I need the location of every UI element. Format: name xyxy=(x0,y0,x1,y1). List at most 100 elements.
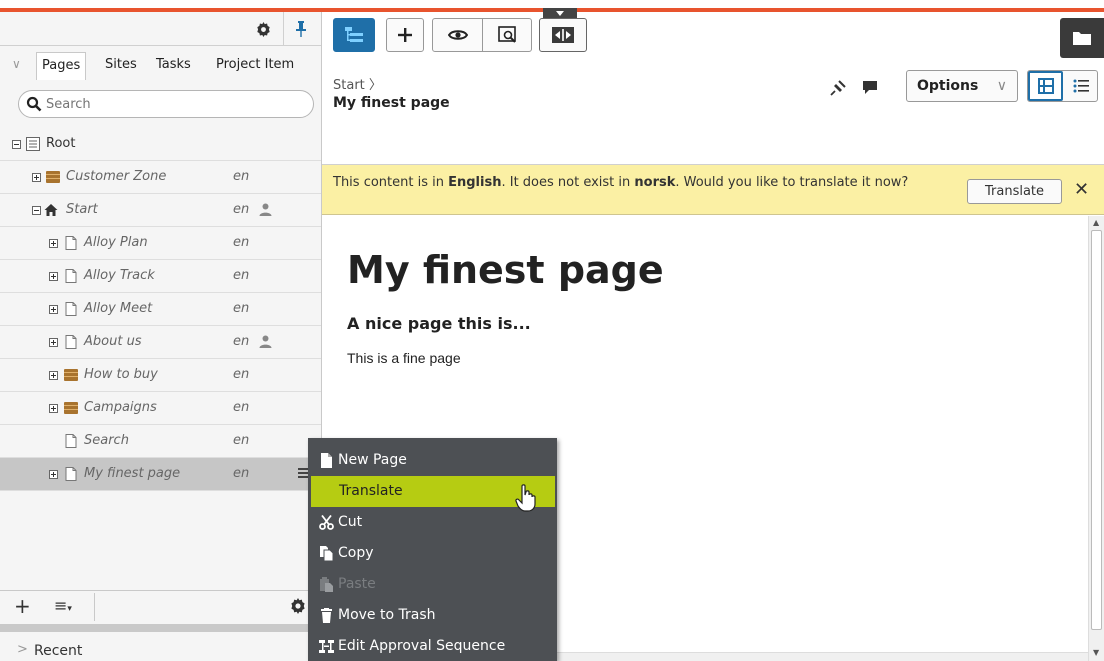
menu-item-move-to-trash[interactable]: Move to Trash xyxy=(308,600,557,631)
page-tree-search xyxy=(18,90,314,118)
header-divider xyxy=(283,12,284,46)
root-node-icon xyxy=(26,137,40,151)
compare-button[interactable] xyxy=(483,19,533,51)
expand-icon[interactable] xyxy=(49,404,58,413)
tab-sites[interactable]: Sites xyxy=(100,52,142,80)
page-title: My finest page xyxy=(333,95,450,111)
tree-row-about-us[interactable]: About us en xyxy=(0,326,321,359)
scroll-up-icon[interactable]: ▲ xyxy=(1093,218,1099,227)
expand-icon[interactable] xyxy=(49,338,58,347)
close-icon[interactable]: ✕ xyxy=(1074,179,1089,200)
language-code: en xyxy=(233,169,250,184)
plus-icon xyxy=(398,28,412,42)
language-code: en xyxy=(233,235,250,250)
add-icon[interactable]: + xyxy=(14,594,31,618)
tree-label: My finest page xyxy=(84,466,181,481)
tab-pages[interactable]: Pages xyxy=(36,52,87,80)
tree-row-customer-zone[interactable]: Customer Zone en xyxy=(0,161,321,194)
tree-row-my-finest-page[interactable]: My finest page en xyxy=(0,458,321,491)
vertical-scrollbar[interactable]: ▲ ▼ xyxy=(1088,216,1104,661)
compare-view-icon xyxy=(498,26,516,43)
page-tree-icon xyxy=(345,27,363,42)
footer-divider xyxy=(94,593,95,621)
tree-label: Alloy Track xyxy=(84,268,155,283)
search-input[interactable] xyxy=(46,95,306,113)
tree-row-alloy-track[interactable]: Alloy Track en xyxy=(0,260,321,293)
navigation-pane: ∨ Pages Sites Tasks Project Item Root Cu… xyxy=(0,12,322,661)
page-icon xyxy=(65,302,77,316)
assets-pane-button[interactable] xyxy=(1060,18,1104,58)
tree-label: How to buy xyxy=(84,367,158,382)
copy-icon xyxy=(320,546,334,561)
pin-pane-icon[interactable] xyxy=(292,18,310,40)
all-properties-button[interactable] xyxy=(1064,71,1098,101)
toggle-navigation-pane-button[interactable] xyxy=(333,18,375,52)
pane-settings-gear-icon[interactable] xyxy=(252,18,274,40)
tree-label: Campaigns xyxy=(84,400,157,415)
tree-row-root[interactable]: Root xyxy=(0,128,321,161)
recent-section[interactable]: > Recent xyxy=(0,640,321,661)
scroll-down-icon[interactable]: ▼ xyxy=(1093,648,1099,657)
tree-row-campaigns[interactable]: Campaigns en xyxy=(0,392,321,425)
page-context-menu: New Page Translate Cut Copy Paste Move t… xyxy=(308,438,557,661)
page-icon xyxy=(65,335,77,349)
breadcrumb-start[interactable]: Start xyxy=(333,78,365,93)
container-page-icon xyxy=(64,369,78,381)
view-mode-group xyxy=(432,18,532,52)
translate-button[interactable]: Translate xyxy=(967,179,1062,204)
tab-tasks[interactable]: Tasks xyxy=(151,52,196,80)
language-code: en xyxy=(233,334,250,349)
tree-row-alloy-plan[interactable]: Alloy Plan en xyxy=(0,227,321,260)
tree-row-start[interactable]: Start en xyxy=(0,194,321,227)
expand-icon[interactable] xyxy=(49,272,58,281)
list-menu-icon[interactable]: ≡▾ xyxy=(54,596,72,615)
expand-arrows-icon xyxy=(552,27,574,43)
add-content-button[interactable] xyxy=(386,18,424,52)
collapse-icon[interactable] xyxy=(32,206,41,215)
folder-icon xyxy=(1073,32,1091,45)
approval-icon xyxy=(319,640,334,653)
content-body[interactable]: This is a fine page xyxy=(347,350,461,366)
toggle-assets-pane-button[interactable] xyxy=(539,18,587,52)
menu-item-edit-approval-sequence[interactable]: Edit Approval Sequence xyxy=(308,631,557,661)
tree-row-alloy-meet[interactable]: Alloy Meet en xyxy=(0,293,321,326)
paste-icon xyxy=(320,577,333,592)
language-code: en xyxy=(233,301,250,316)
expand-icon[interactable] xyxy=(32,173,41,182)
comments-icon[interactable] xyxy=(862,80,878,96)
list-view-icon xyxy=(1073,79,1089,93)
scrollbar-thumb[interactable] xyxy=(1091,230,1102,630)
unpin-icon[interactable] xyxy=(830,80,846,96)
on-page-edit-button[interactable] xyxy=(1028,71,1063,101)
footer-gear-icon[interactable] xyxy=(290,598,306,614)
content-subheading[interactable]: A nice page this is... xyxy=(347,314,531,333)
language-code: en xyxy=(233,202,250,217)
tree-label: Start xyxy=(66,202,98,217)
trash-icon xyxy=(321,608,332,623)
tree-row-search[interactable]: Search en xyxy=(0,425,321,458)
tab-project-items[interactable]: Project Item xyxy=(211,52,299,80)
options-button[interactable]: Options ∨ xyxy=(906,70,1018,102)
breadcrumb[interactable]: Start 〉 xyxy=(333,74,382,93)
menu-item-copy[interactable]: Copy xyxy=(308,538,557,569)
pane-splitter[interactable] xyxy=(0,624,321,632)
preview-button[interactable] xyxy=(433,19,483,51)
tabs-scroll-chevron-icon[interactable]: ∨ xyxy=(12,57,21,71)
content-heading[interactable]: My finest page xyxy=(347,248,664,292)
collapse-icon[interactable] xyxy=(12,140,21,149)
new-page-icon xyxy=(321,453,332,468)
language-code: en xyxy=(233,367,250,382)
expand-icon[interactable] xyxy=(49,239,58,248)
caret-down-icon xyxy=(556,11,564,16)
container-page-icon xyxy=(64,402,78,414)
tree-row-how-to-buy[interactable]: How to buy en xyxy=(0,359,321,392)
language-code: en xyxy=(233,466,250,481)
tree-label: Customer Zone xyxy=(66,169,167,184)
expand-icon[interactable] xyxy=(49,470,58,479)
eye-icon xyxy=(448,30,468,40)
language-code: en xyxy=(233,268,250,283)
menu-item-new-page[interactable]: New Page xyxy=(308,445,557,476)
expand-icon[interactable] xyxy=(49,371,58,380)
expand-icon[interactable] xyxy=(49,305,58,314)
navigation-pane-header xyxy=(0,12,321,46)
